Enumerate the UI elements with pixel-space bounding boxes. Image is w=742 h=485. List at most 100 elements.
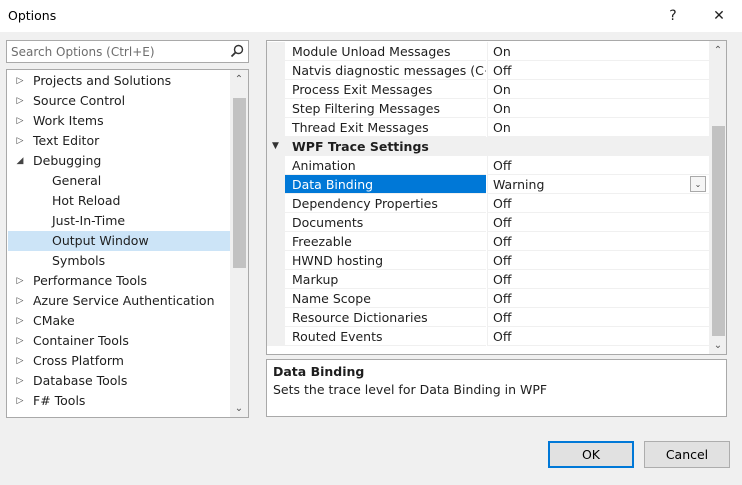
- category-row[interactable]: ▼ WPF Trace Settings: [267, 137, 709, 156]
- property-value[interactable]: Warning ⌄: [487, 175, 709, 194]
- property-row[interactable]: Resource Dictionaries Off: [267, 308, 709, 327]
- property-row[interactable]: Module Unload Messages On: [267, 42, 709, 61]
- tree-item[interactable]: ▷ Source Control: [8, 91, 230, 111]
- property-name[interactable]: Markup: [285, 270, 486, 289]
- property-value[interactable]: Off: [487, 194, 709, 213]
- tree-item-label: Text Editor: [33, 133, 100, 148]
- window-title: Options: [8, 8, 57, 23]
- property-value[interactable]: Off: [487, 327, 709, 346]
- property-name[interactable]: Resource Dictionaries: [285, 308, 486, 327]
- ok-button[interactable]: OK: [548, 441, 634, 468]
- property-row[interactable]: Data Binding Warning ⌄: [267, 175, 709, 194]
- scroll-up-icon[interactable]: ⌃: [230, 70, 248, 88]
- property-value[interactable]: Off: [487, 308, 709, 327]
- property-row[interactable]: Dependency Properties Off: [267, 194, 709, 213]
- collapsed-arrow-icon[interactable]: ▷: [14, 391, 26, 411]
- grid-scrollbar[interactable]: ⌃ ⌄: [709, 41, 726, 354]
- scroll-down-icon[interactable]: ⌄: [230, 399, 248, 417]
- property-value[interactable]: On: [487, 99, 709, 118]
- property-name[interactable]: Freezable: [285, 232, 486, 251]
- property-row[interactable]: Documents Off: [267, 213, 709, 232]
- property-value[interactable]: On: [487, 80, 709, 99]
- row-gutter: [267, 175, 285, 194]
- tree-item-label: F# Tools: [33, 393, 86, 408]
- property-row[interactable]: HWND hosting Off: [267, 251, 709, 270]
- tree-item[interactable]: Output Window: [8, 231, 230, 251]
- tree-item[interactable]: ▷ Container Tools: [8, 331, 230, 351]
- cancel-button[interactable]: Cancel: [644, 441, 730, 468]
- property-value[interactable]: Off: [487, 232, 709, 251]
- tree-item[interactable]: ▷ Work Items: [8, 111, 230, 131]
- tree-item[interactable]: ▷ Cross Platform: [8, 351, 230, 371]
- tree-item[interactable]: ▷ CMake: [8, 311, 230, 331]
- property-value[interactable]: On: [487, 118, 709, 137]
- property-name[interactable]: Name Scope: [285, 289, 486, 308]
- property-value[interactable]: Off: [487, 289, 709, 308]
- collapsed-arrow-icon[interactable]: ▷: [14, 131, 26, 151]
- search-icon[interactable]: [229, 43, 245, 59]
- tree-item[interactable]: ◢ Debugging: [8, 151, 230, 171]
- collapsed-arrow-icon[interactable]: ▷: [14, 271, 26, 291]
- tree-scrollbar[interactable]: ⌃ ⌄: [230, 70, 248, 417]
- tree-item[interactable]: ▷ Database Tools: [8, 371, 230, 391]
- property-name[interactable]: Process Exit Messages: [285, 80, 486, 99]
- collapsed-arrow-icon[interactable]: ▷: [14, 91, 26, 111]
- property-name[interactable]: Data Binding: [285, 175, 486, 194]
- collapsed-arrow-icon[interactable]: ▷: [14, 331, 26, 351]
- row-gutter: [267, 80, 285, 99]
- collapsed-arrow-icon[interactable]: ▷: [14, 111, 26, 131]
- grid-scroll-thumb[interactable]: [712, 126, 725, 336]
- collapsed-arrow-icon[interactable]: ▷: [14, 291, 26, 311]
- tree-scroll-thumb[interactable]: [233, 98, 246, 268]
- tree-item[interactable]: ▷ F# Tools: [8, 391, 230, 411]
- tree-item[interactable]: General: [8, 171, 230, 191]
- property-name[interactable]: Module Unload Messages: [285, 42, 486, 61]
- collapsed-arrow-icon[interactable]: ▷: [14, 371, 26, 391]
- row-gutter: [267, 213, 285, 232]
- property-row[interactable]: Animation Off: [267, 156, 709, 175]
- collapsed-arrow-icon[interactable]: ▷: [14, 311, 26, 331]
- property-name[interactable]: HWND hosting: [285, 251, 486, 270]
- property-row[interactable]: Process Exit Messages On: [267, 80, 709, 99]
- tree-item[interactable]: ▷ Performance Tools: [8, 271, 230, 291]
- property-row[interactable]: Step Filtering Messages On: [267, 99, 709, 118]
- property-name[interactable]: Natvis diagnostic messages (C++: [285, 61, 486, 80]
- property-name[interactable]: Dependency Properties: [285, 194, 486, 213]
- property-value[interactable]: Off: [487, 61, 709, 80]
- tree-item[interactable]: Symbols: [8, 251, 230, 271]
- property-value[interactable]: Off: [487, 251, 709, 270]
- tree-item[interactable]: Just-In-Time: [8, 211, 230, 231]
- property-name[interactable]: Routed Events: [285, 327, 486, 346]
- collapse-arrow-icon[interactable]: ▼: [272, 137, 279, 156]
- property-value[interactable]: Off: [487, 156, 709, 175]
- scroll-up-icon[interactable]: ⌃: [709, 41, 726, 59]
- property-row[interactable]: Markup Off: [267, 270, 709, 289]
- property-row[interactable]: Routed Events Off: [267, 327, 709, 346]
- search-input[interactable]: [7, 41, 222, 62]
- close-button[interactable]: ✕: [696, 0, 742, 32]
- tree-item[interactable]: ▷ Projects and Solutions: [8, 71, 230, 91]
- help-button[interactable]: ?: [650, 0, 696, 32]
- collapsed-arrow-icon[interactable]: ▷: [14, 71, 26, 91]
- tree-item[interactable]: ▷ Text Editor: [8, 131, 230, 151]
- property-name[interactable]: Documents: [285, 213, 486, 232]
- tree-item[interactable]: ▷ Azure Service Authentication: [8, 291, 230, 311]
- row-gutter: [267, 270, 285, 289]
- property-value[interactable]: Off: [487, 213, 709, 232]
- property-value-text: Off: [493, 196, 512, 211]
- property-row[interactable]: Name Scope Off: [267, 289, 709, 308]
- collapsed-arrow-icon[interactable]: ▷: [14, 351, 26, 371]
- tree-item[interactable]: Hot Reload: [8, 191, 230, 211]
- property-row[interactable]: Natvis diagnostic messages (C++ Off: [267, 61, 709, 80]
- property-value-text: Off: [493, 253, 512, 268]
- scroll-down-icon[interactable]: ⌄: [709, 336, 726, 354]
- property-row[interactable]: Freezable Off: [267, 232, 709, 251]
- property-row[interactable]: Thread Exit Messages On: [267, 118, 709, 137]
- property-value[interactable]: On: [487, 42, 709, 61]
- expanded-arrow-icon[interactable]: ◢: [14, 151, 26, 171]
- dropdown-arrow-icon[interactable]: ⌄: [690, 176, 706, 192]
- property-name[interactable]: Animation: [285, 156, 486, 175]
- property-name[interactable]: Step Filtering Messages: [285, 99, 486, 118]
- property-value[interactable]: Off: [487, 270, 709, 289]
- property-name[interactable]: Thread Exit Messages: [285, 118, 486, 137]
